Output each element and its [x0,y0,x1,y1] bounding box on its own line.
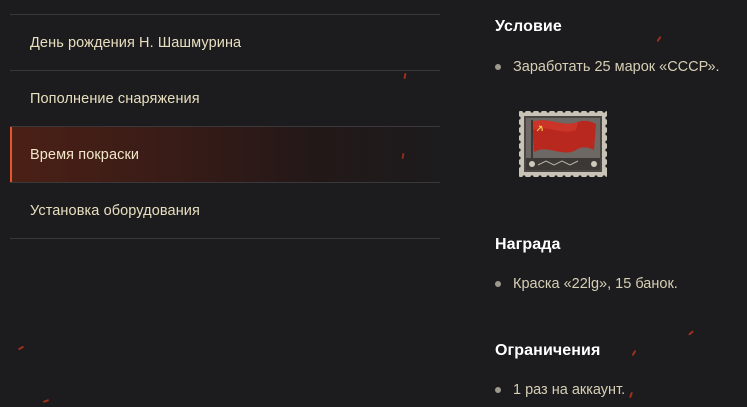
spark-decoration [42,399,50,403]
bullet-icon [495,387,501,393]
task-item-resupply[interactable]: Пополнение снаряжения [10,71,440,127]
reward-item: Краска «22lg», 15 банок. [495,276,678,292]
ussr-flag-stamp-icon [517,109,609,179]
task-item-label: Пополнение снаряжения [30,90,200,107]
bullet-icon [495,64,501,70]
spark-decoration [631,349,637,357]
task-item-equipment-install[interactable]: Установка оборудования [10,183,440,239]
restriction-text: 1 раз на аккаунт. [513,382,626,398]
task-item-label: Установка оборудования [30,202,200,219]
condition-heading: Условие [495,18,562,35]
spark-decoration [17,345,25,351]
task-item-label: День рождения Н. Шашмурина [30,34,242,51]
restriction-item: 1 раз на аккаунт. [495,382,625,398]
task-list: День рождения Н. Шашмурина Пополнение сн… [10,14,440,239]
task-item-painting-time[interactable]: Время покраски [10,127,440,183]
spark-decoration [629,391,633,399]
bullet-icon [495,281,501,287]
reward-text: Краска «22lg», 15 банок. [513,276,678,292]
reward-heading: Награда [495,236,561,253]
condition-text: Заработать 25 марок «СССР». [513,59,720,75]
task-item-label: Время покраски [30,146,140,163]
condition-item: Заработать 25 марок «СССР». [495,59,720,75]
task-item-birthday[interactable]: День рождения Н. Шашмурина [10,15,440,71]
spark-decoration [656,35,662,43]
restrictions-heading: Ограничения [495,342,601,359]
spark-decoration [688,330,694,336]
